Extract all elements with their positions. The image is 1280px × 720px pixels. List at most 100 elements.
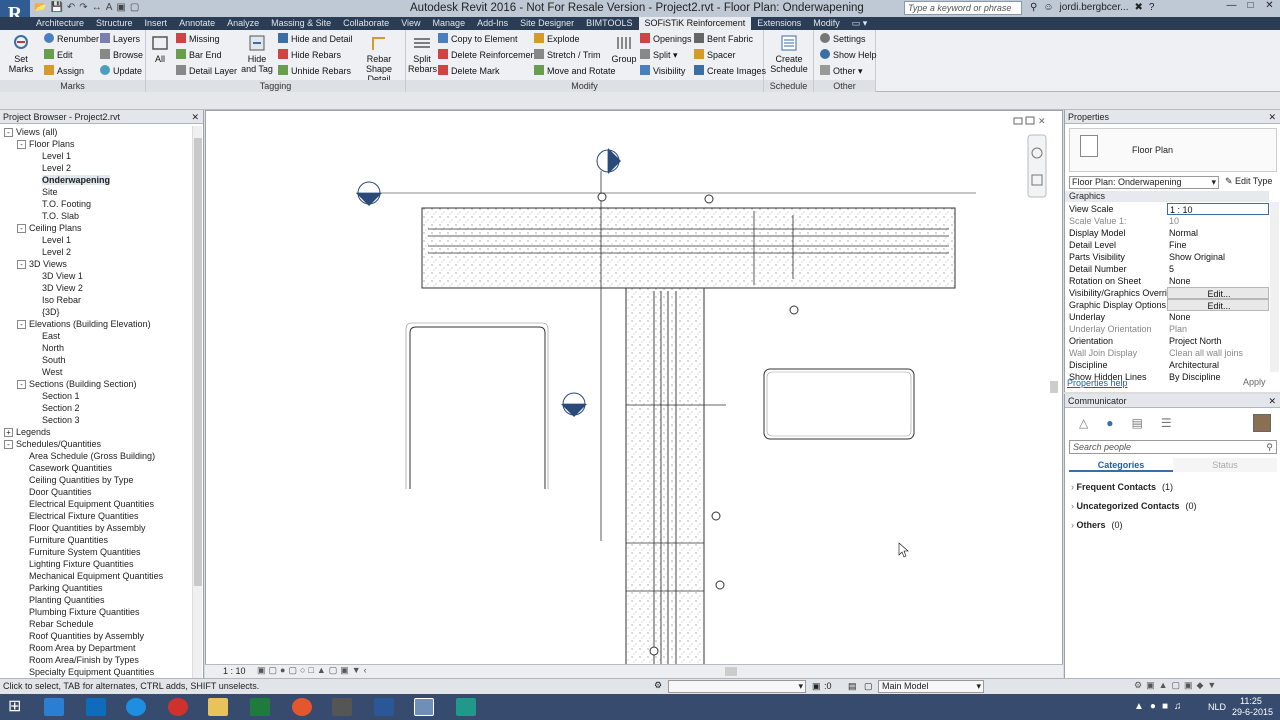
user-name[interactable]: jordi.bergbcer...: [1060, 2, 1129, 13]
property-value[interactable]: Clean all wall joins: [1167, 347, 1269, 359]
property-row[interactable]: View Scale 1 : 10: [1069, 203, 1269, 215]
view-window-controls[interactable]: ✕: [1013, 116, 1046, 126]
properties-scrollbar[interactable]: [1270, 202, 1279, 372]
view-control-icons[interactable]: ▣▢●▢○□▲▢▣▼‹: [257, 665, 370, 676]
section-marker-1[interactable]: [596, 148, 621, 174]
browser-item[interactable]: T.O. Footing: [0, 198, 192, 210]
bent-fabric-button[interactable]: Bent Fabric: [694, 33, 753, 46]
browser-item[interactable]: North: [0, 342, 192, 354]
property-row[interactable]: Detail Level Fine: [1069, 239, 1269, 251]
visibility-button[interactable]: Visibility: [640, 65, 685, 78]
browse-button[interactable]: Browse: [100, 49, 143, 62]
property-row[interactable]: Detail Number 5: [1069, 263, 1269, 275]
settings-button[interactable]: Settings: [820, 33, 866, 46]
close-icon[interactable]: ✕: [191, 110, 199, 124]
exclude-options-icon[interactable]: ▢: [864, 681, 873, 692]
collapse-icon[interactable]: -: [4, 128, 13, 137]
property-row[interactable]: Rotation on Sheet None: [1069, 275, 1269, 287]
browser-item[interactable]: Level 2: [0, 246, 192, 258]
tool-app-icon[interactable]: [332, 698, 352, 716]
openings-button[interactable]: Openings: [640, 33, 692, 46]
tab-insert[interactable]: Insert: [139, 17, 174, 30]
tab-bimtools[interactable]: BIMTOOLS: [580, 17, 638, 30]
canvas-vertical-scroll-thumb[interactable]: [1050, 381, 1058, 393]
tab-collaborate[interactable]: Collaborate: [337, 17, 395, 30]
help-icon[interactable]: ?: [1149, 2, 1155, 13]
browser-item[interactable]: 3D View 1: [0, 270, 192, 282]
contact-group[interactable]: › Others (0): [1071, 520, 1123, 530]
selection-filter-icons[interactable]: ⚙▣▲▢▣◆▼: [1134, 680, 1220, 691]
property-row[interactable]: Wall Join Display Clean all wall joins: [1069, 347, 1269, 359]
property-value[interactable]: None: [1167, 275, 1269, 287]
expand-icon[interactable]: +: [4, 428, 13, 437]
browser-item[interactable]: Iso Rebar: [0, 294, 192, 306]
edit-type-button[interactable]: ✎ Edit Type: [1225, 176, 1272, 187]
chrome-icon[interactable]: [292, 698, 312, 716]
contact-group[interactable]: › Frequent Contacts (1): [1071, 482, 1173, 492]
tab-view[interactable]: View: [395, 17, 426, 30]
collapse-icon[interactable]: -: [17, 140, 26, 149]
3d-view-icon[interactable]: ▣: [116, 2, 125, 16]
browser-item[interactable]: -3D Views: [0, 258, 192, 270]
tab-site-designer[interactable]: Site Designer: [514, 17, 580, 30]
tab-architecture[interactable]: Architecture: [30, 17, 90, 30]
missing-button[interactable]: Missing: [176, 33, 220, 46]
browser-item[interactable]: Electrical Fixture Quantities: [0, 510, 192, 522]
browser-item[interactable]: East: [0, 330, 192, 342]
measure-icon[interactable]: ↔: [92, 2, 102, 16]
group-button[interactable]: Group: [610, 34, 638, 64]
browser-item[interactable]: Site: [0, 186, 192, 198]
tab-categories[interactable]: Categories: [1069, 458, 1173, 472]
tab-manage[interactable]: Manage: [427, 17, 472, 30]
ribbon-minimize-icon[interactable]: ▭ ▾: [846, 17, 874, 30]
windows-start-icon[interactable]: ⊞: [8, 698, 28, 716]
browser-item[interactable]: Lighting Fixture Quantities: [0, 558, 192, 570]
browser-item[interactable]: Level 1: [0, 150, 192, 162]
browser-item[interactable]: South: [0, 354, 192, 366]
property-value[interactable]: Plan: [1167, 323, 1269, 335]
unhide-rebars-button[interactable]: Unhide Rebars: [278, 65, 351, 78]
show-help-button[interactable]: Show Help: [820, 49, 877, 62]
canvas-horizontal-scroll-thumb[interactable]: [725, 667, 737, 676]
keyboard-language[interactable]: NLD: [1208, 702, 1226, 712]
property-value[interactable]: 10: [1167, 215, 1269, 227]
view-scale[interactable]: 1 : 10: [223, 666, 246, 676]
property-value[interactable]: Project North: [1167, 335, 1269, 347]
sofistik-icon[interactable]: [456, 698, 476, 716]
property-row[interactable]: Parts Visibility Show Original: [1069, 251, 1269, 263]
tab-modify[interactable]: Modify: [807, 17, 846, 30]
section-marker-3[interactable]: [561, 392, 587, 417]
browser-item[interactable]: West: [0, 366, 192, 378]
worksets-icon[interactable]: ⚙: [654, 680, 662, 691]
bar-end-button[interactable]: Bar End: [176, 49, 222, 62]
media-player-icon[interactable]: [168, 698, 188, 716]
close-button[interactable]: ✕: [1260, 0, 1279, 14]
browser-item[interactable]: Specialty Equipment Quantities: [0, 666, 192, 678]
property-row[interactable]: Discipline Architectural: [1069, 359, 1269, 371]
browser-item[interactable]: T.O. Slab: [0, 210, 192, 222]
hide-and-detail-button[interactable]: Hide and Detail: [278, 33, 353, 46]
browser-item[interactable]: - Elevations (Building Elevation): [0, 318, 192, 330]
browser-item[interactable]: + Legends: [0, 426, 192, 438]
property-value[interactable]: Show Original: [1167, 251, 1269, 263]
collapse-icon[interactable]: -: [17, 320, 26, 329]
property-row[interactable]: Orientation Project North: [1069, 335, 1269, 347]
browser-item[interactable]: Section 2: [0, 402, 192, 414]
outlook-icon[interactable]: [86, 698, 106, 716]
list-icon[interactable]: ☰: [1161, 416, 1172, 430]
search-people-input[interactable]: Search people ⚲: [1069, 440, 1277, 454]
text-icon[interactable]: A: [106, 2, 113, 16]
property-value[interactable]: Fine: [1167, 239, 1269, 251]
property-value[interactable]: Architectural: [1167, 359, 1269, 371]
layers-button[interactable]: Layers: [100, 33, 140, 46]
edit-mark-button[interactable]: Edit: [44, 49, 73, 62]
person-icon[interactable]: ●: [1106, 416, 1113, 430]
browser-scroll-thumb[interactable]: [194, 138, 202, 586]
revit-taskbar-icon[interactable]: [414, 698, 434, 716]
delete-reinforcement-button[interactable]: Delete Reinforcement: [438, 49, 538, 62]
close-icon[interactable]: ✕: [1268, 110, 1276, 124]
excel-icon[interactable]: [250, 698, 270, 716]
chat-icon[interactable]: ▤: [1131, 416, 1142, 430]
property-edit-button[interactable]: Edit...: [1167, 299, 1269, 311]
file-explorer-icon[interactable]: [208, 698, 228, 716]
